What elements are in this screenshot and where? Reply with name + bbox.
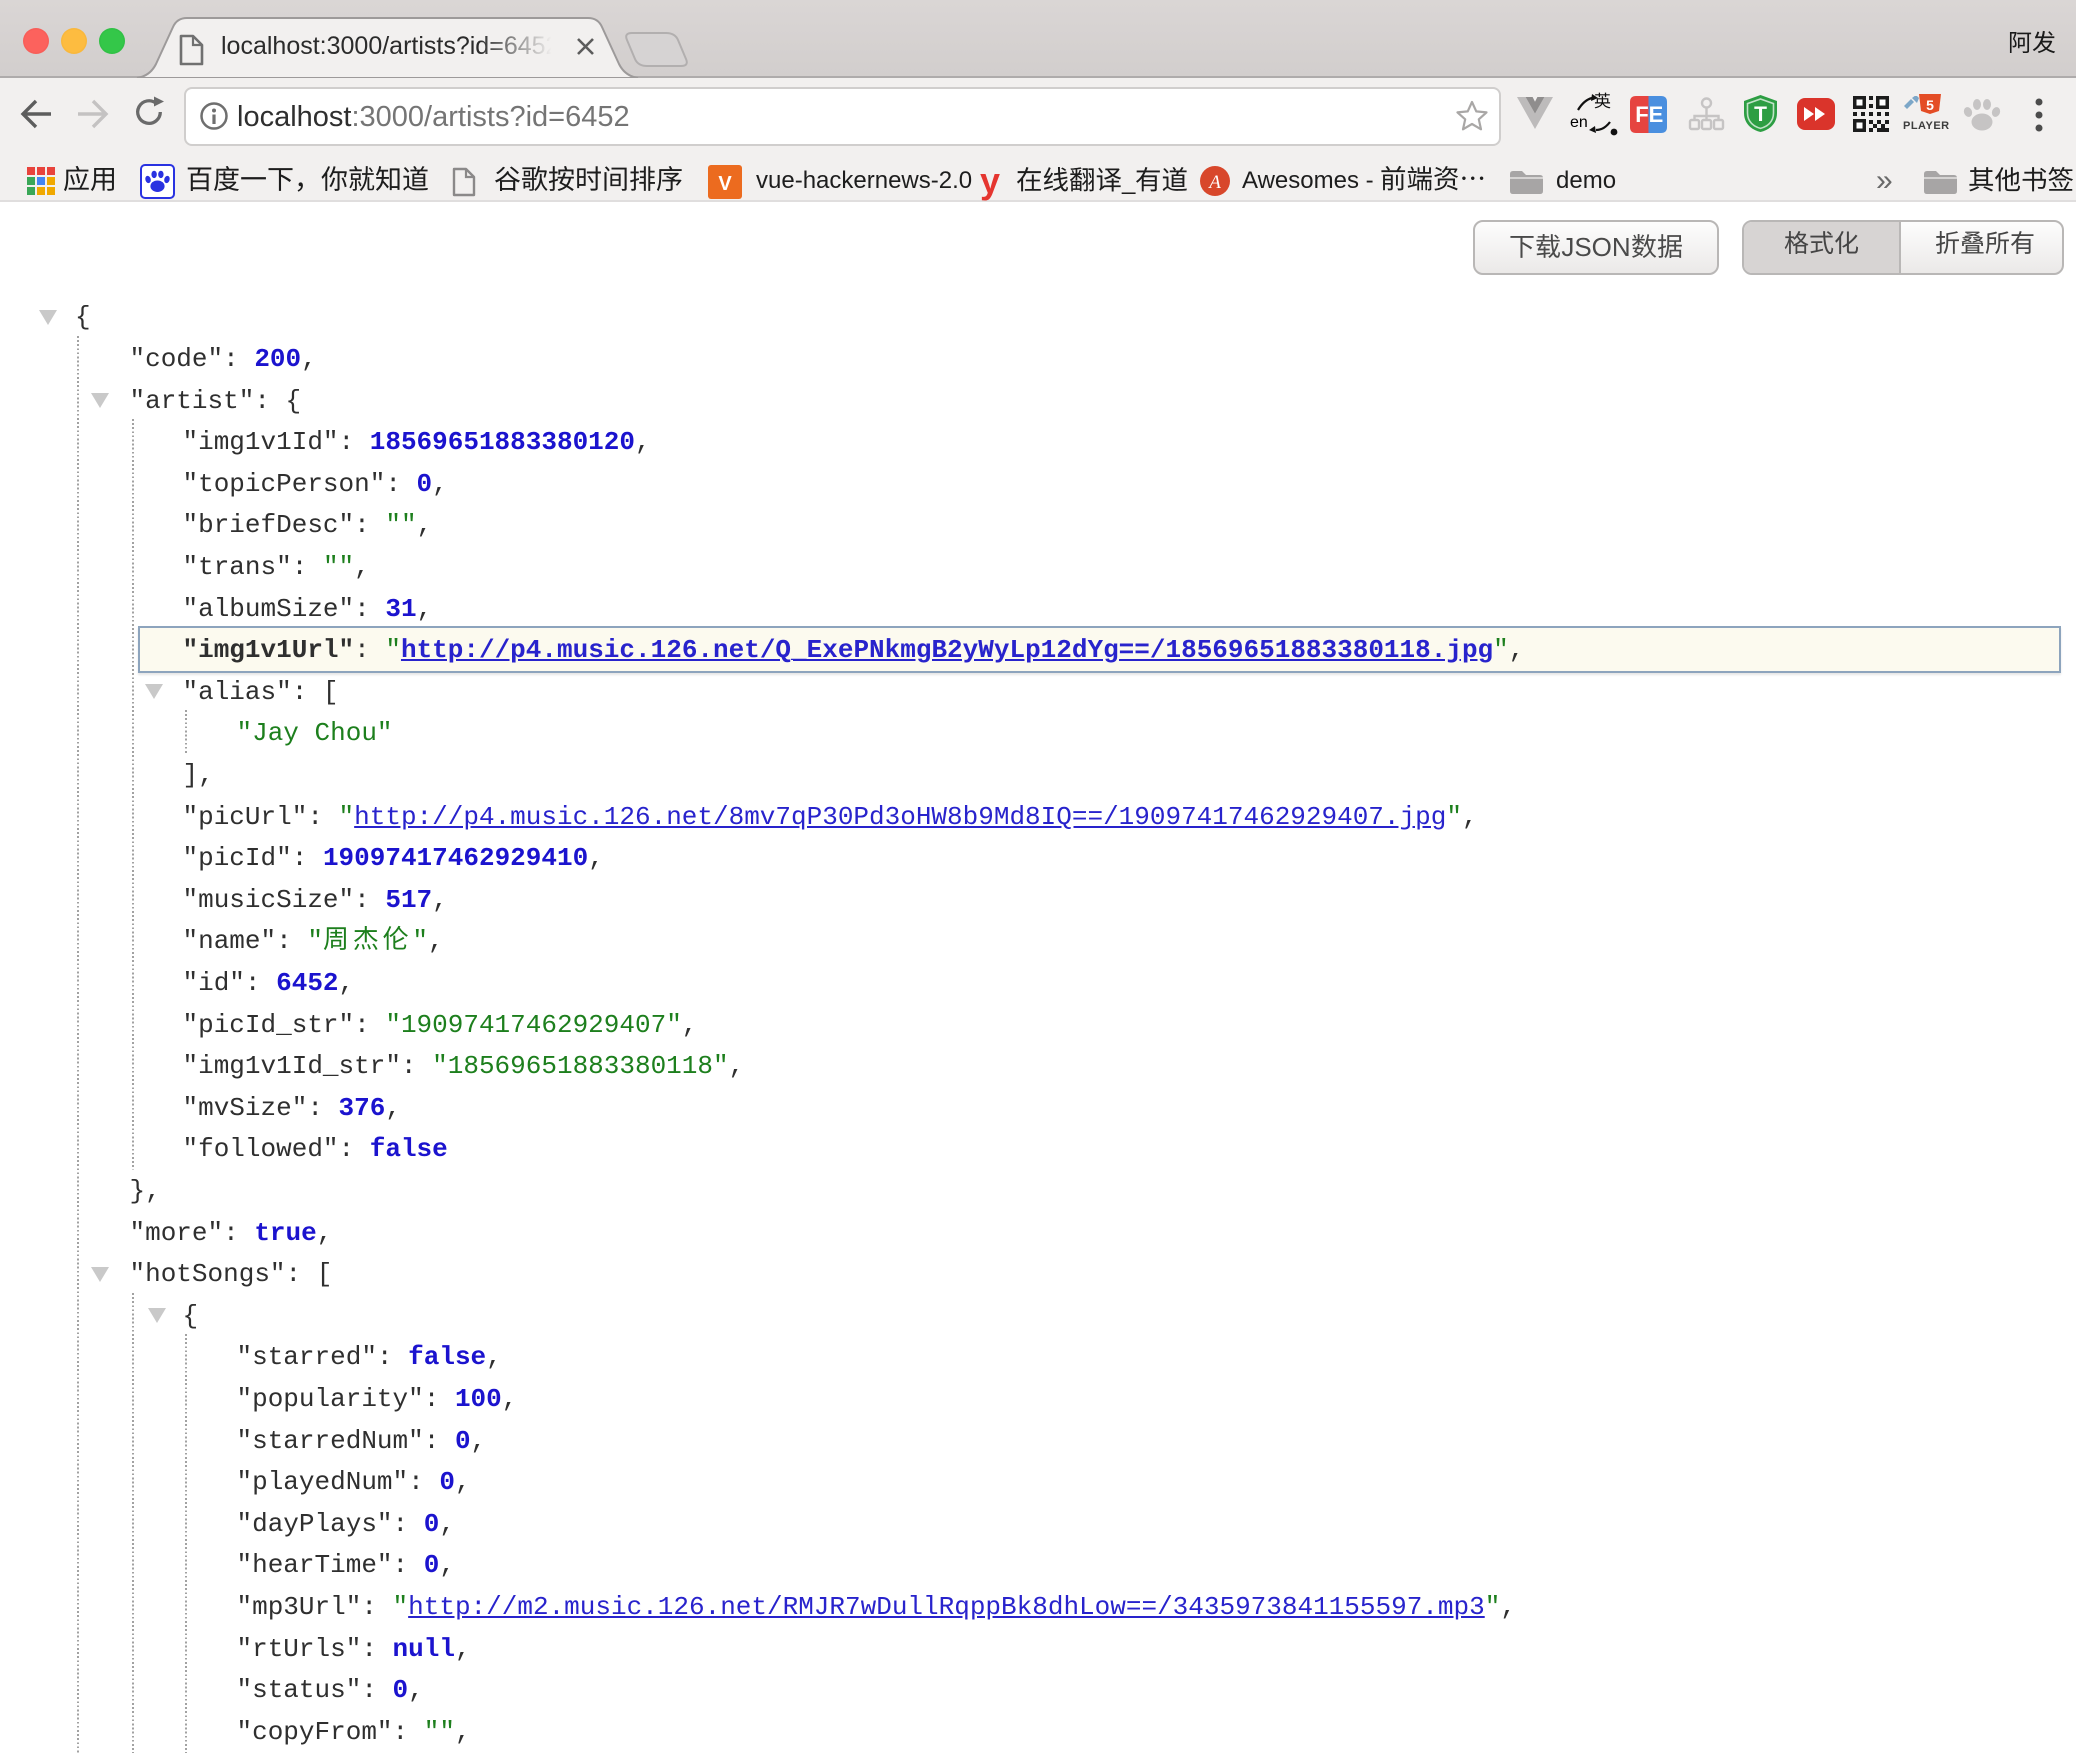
svg-text:5: 5: [1926, 97, 1934, 113]
svg-text:T: T: [1754, 103, 1767, 126]
svg-text:A: A: [1207, 172, 1221, 193]
svg-text:E: E: [1649, 102, 1664, 127]
svg-text:V: V: [718, 173, 732, 195]
svg-text:F: F: [1635, 102, 1648, 127]
